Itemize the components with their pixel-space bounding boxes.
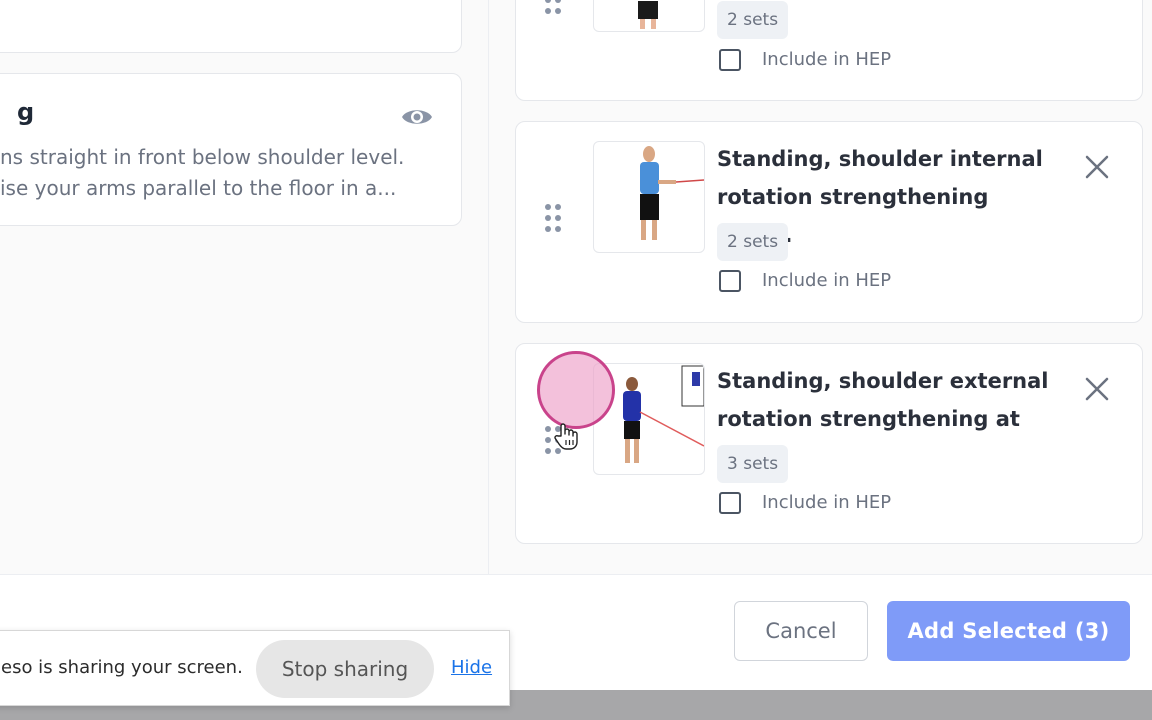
include-in-hep-label: Include in HEP bbox=[762, 270, 892, 291]
stop-sharing-button[interactable]: Stop sharing bbox=[256, 640, 434, 698]
include-in-hep-checkbox[interactable] bbox=[719, 49, 741, 71]
hand-cursor-icon bbox=[554, 423, 578, 450]
exercise-library-pane bbox=[0, 0, 489, 574]
click-indicator bbox=[537, 351, 615, 429]
library-exercise-card[interactable] bbox=[0, 0, 462, 53]
cancel-button[interactable]: Cancel bbox=[734, 601, 868, 661]
exercise-thumbnail bbox=[593, 141, 705, 253]
close-icon[interactable] bbox=[1083, 153, 1111, 181]
eye-icon[interactable] bbox=[401, 105, 433, 129]
screen-sharing-message: eso is sharing your screen. bbox=[1, 657, 243, 678]
exercise-thumbnail bbox=[593, 0, 705, 32]
screen-sharing-banner: eso is sharing your screen. Stop sharing… bbox=[0, 630, 510, 706]
drag-handle-icon[interactable] bbox=[545, 204, 563, 232]
close-icon[interactable] bbox=[1083, 375, 1111, 403]
include-in-hep-label: Include in HEP bbox=[762, 49, 892, 70]
exercise-figure-image bbox=[640, 146, 704, 240]
library-card-description: ns straight in front below shoulder leve… bbox=[0, 145, 405, 200]
include-in-hep-checkbox[interactable] bbox=[719, 270, 741, 292]
library-card-title: g bbox=[17, 98, 35, 126]
add-selected-button[interactable]: Add Selected (3) bbox=[887, 601, 1130, 661]
include-in-hep-checkbox[interactable] bbox=[719, 492, 741, 514]
exercise-figure-image bbox=[638, 1, 658, 29]
sets-badge: 2 sets bbox=[717, 223, 789, 261]
hide-link[interactable]: Hide bbox=[451, 657, 492, 678]
drag-handle-icon[interactable] bbox=[545, 0, 563, 14]
sets-badge: 3 sets bbox=[717, 445, 789, 483]
include-in-hep-label: Include in HEP bbox=[762, 492, 892, 513]
sets-badge: 2 sets bbox=[717, 1, 789, 39]
